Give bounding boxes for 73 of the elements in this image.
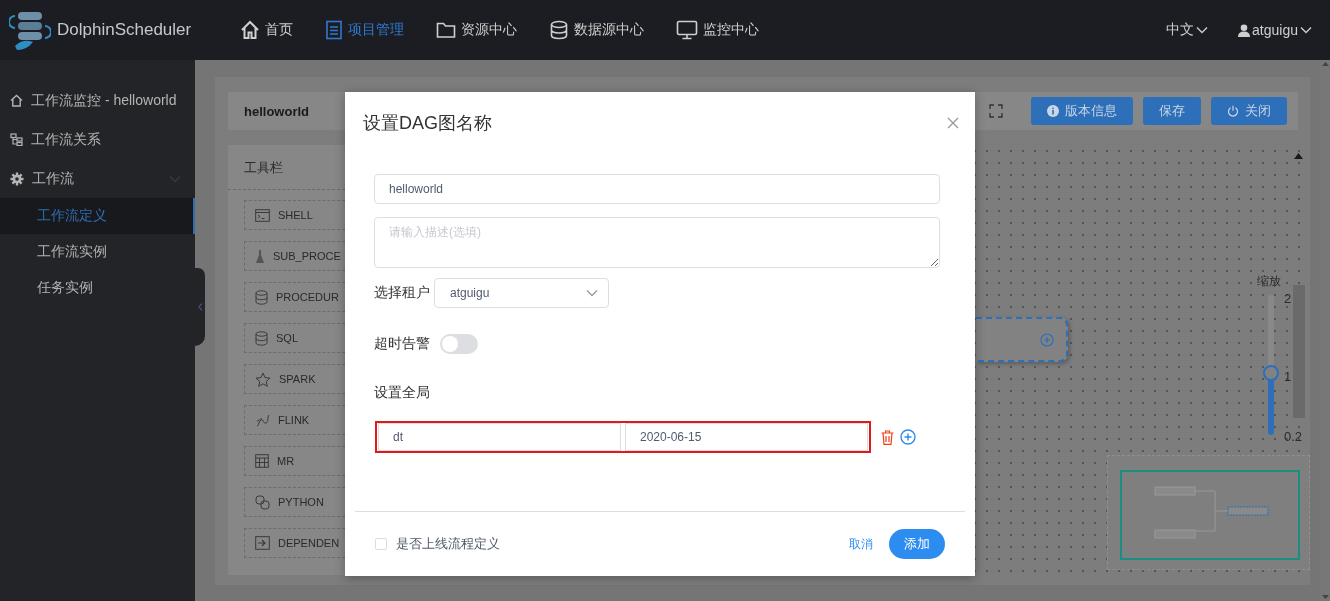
param-key-field[interactable]: dt [378, 423, 621, 451]
sidebar-subitem[interactable]: 任务实例 [0, 270, 195, 306]
home-icon [10, 94, 23, 107]
zoom-tick: 0.2 [1284, 429, 1303, 444]
add-button[interactable] [900, 429, 916, 445]
trash-icon [881, 429, 894, 445]
hierarchy-icon [10, 133, 23, 146]
toolbar-button[interactable]: 版本信息 [1031, 97, 1133, 125]
import-icon [255, 536, 270, 550]
scroll-down-icon [1321, 595, 1329, 599]
zoom-tick: 1 [1284, 369, 1292, 384]
database-icon [255, 330, 268, 346]
toolbar-button[interactable]: 保存 [1143, 97, 1201, 125]
tenant-label: 选择租户 [374, 284, 430, 302]
chevron-down-icon [1196, 26, 1209, 34]
sidebar-item[interactable]: 工作流 [0, 159, 195, 198]
database-icon [549, 20, 569, 40]
scrollbar[interactable] [1293, 285, 1305, 418]
fullscreen-icon [989, 104, 1003, 118]
sidebar-item[interactable]: 工作流关系 [0, 120, 195, 159]
grid-icon [255, 454, 269, 468]
publish-checkbox[interactable]: 是否上线流程定义 [375, 535, 500, 553]
nav-tab[interactable]: 项目管理 [325, 20, 404, 40]
minimap[interactable] [1107, 455, 1310, 570]
add-circle-icon [900, 429, 916, 445]
global-params-label: 设置全局 [374, 384, 430, 402]
param-value-field[interactable]: 2020-06-15 [625, 423, 868, 451]
dialog-title: 设置DAG图名称 [363, 112, 492, 135]
cancel-link[interactable]: 取消 [841, 535, 881, 553]
scroll-up-icon [1294, 153, 1303, 159]
scroll-up-icon [1321, 62, 1329, 66]
app-name: DolphinScheduler [57, 20, 192, 40]
collapse-handle[interactable] [195, 268, 205, 346]
user-dropdown[interactable]: atguigu [1238, 22, 1312, 38]
document-icon [325, 20, 343, 40]
nav-tab[interactable]: 监控中心 [676, 20, 759, 40]
close-button[interactable] [945, 115, 961, 131]
nav-tab[interactable]: 资源中心 [436, 21, 517, 39]
user-icon [1238, 23, 1251, 37]
toggle-switch[interactable] [440, 334, 478, 354]
zoom-tick: 2 [1284, 291, 1292, 306]
monitor-icon [676, 20, 698, 40]
home-icon [240, 20, 260, 40]
star-icon [255, 371, 271, 387]
language-dropdown[interactable]: 中文 [1166, 21, 1209, 39]
toolbar-button[interactable]: 关闭 [1211, 97, 1287, 125]
chevron-down-icon [1300, 26, 1312, 34]
timeout-label: 超时告警 [374, 335, 430, 353]
gear-icon [10, 171, 24, 186]
mini-edge [1194, 490, 1229, 532]
tenant-select[interactable]: atguigu [434, 278, 609, 308]
folder-icon [436, 21, 456, 39]
name-field[interactable]: helloworld [374, 174, 940, 204]
flask-icon [255, 248, 265, 264]
zoom-label: 缩放 [1257, 273, 1281, 290]
chevron-left-icon [197, 303, 203, 311]
mini-node [1227, 506, 1269, 516]
sidebar-subitem[interactable]: 工作流实例 [0, 234, 195, 270]
delete-button[interactable] [881, 429, 894, 445]
database-icon [255, 289, 268, 305]
sidebar-item[interactable]: 工作流监控 - helloworld [0, 81, 195, 120]
task-node[interactable] [976, 317, 1068, 362]
workflow-title: helloworld [244, 103, 309, 119]
terminal-icon [255, 208, 270, 222]
nav-tab[interactable]: 首页 [240, 20, 293, 40]
power-icon [1227, 105, 1239, 117]
link-icon [255, 494, 270, 510]
nav-tab[interactable]: 数据源中心 [549, 20, 644, 40]
info-icon [1047, 105, 1059, 117]
add-circle-icon [1040, 332, 1054, 347]
chevron-down-icon [586, 289, 598, 297]
close-icon [947, 117, 959, 129]
squiggle-icon [255, 412, 270, 428]
